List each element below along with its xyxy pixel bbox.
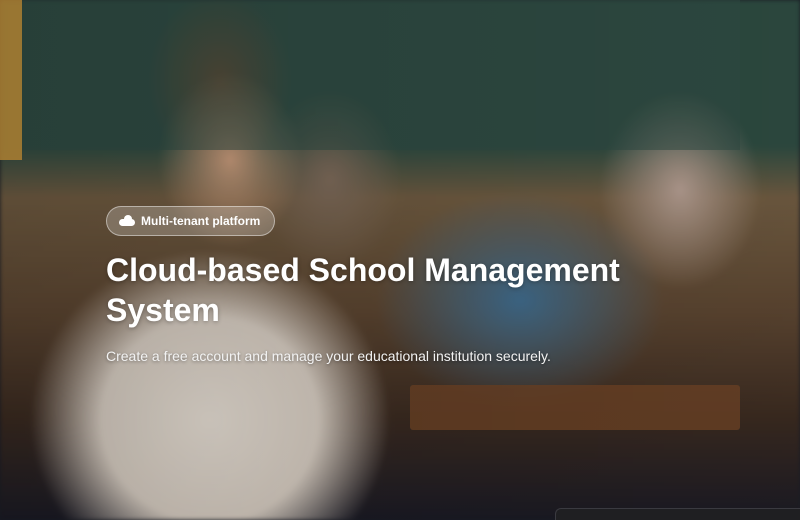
bottom-panel [555, 508, 800, 520]
badge-label: Multi-tenant platform [141, 214, 261, 228]
platform-badge: Multi-tenant platform [106, 206, 276, 236]
cloud-icon [119, 215, 135, 226]
hero-section: Multi-tenant platform Cloud-based School… [0, 0, 800, 520]
hero-subtitle: Create a free account and manage your ed… [106, 348, 551, 364]
hero-title: Cloud-based School Management System [106, 252, 620, 328]
